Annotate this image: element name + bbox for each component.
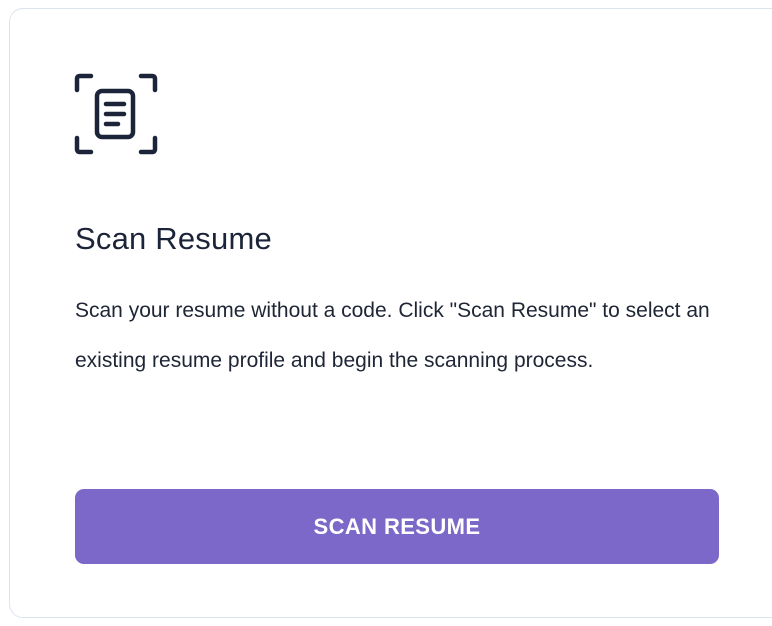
card-title: Scan Resume <box>75 221 272 256</box>
card-description: Scan your resume without a code. Click "… <box>75 299 710 372</box>
scan-resume-card: Scan Resume Scan your resume without a c… <box>9 8 772 618</box>
scan-resume-button[interactable]: SCAN RESUME <box>75 489 719 564</box>
document-scan-icon <box>74 73 158 155</box>
